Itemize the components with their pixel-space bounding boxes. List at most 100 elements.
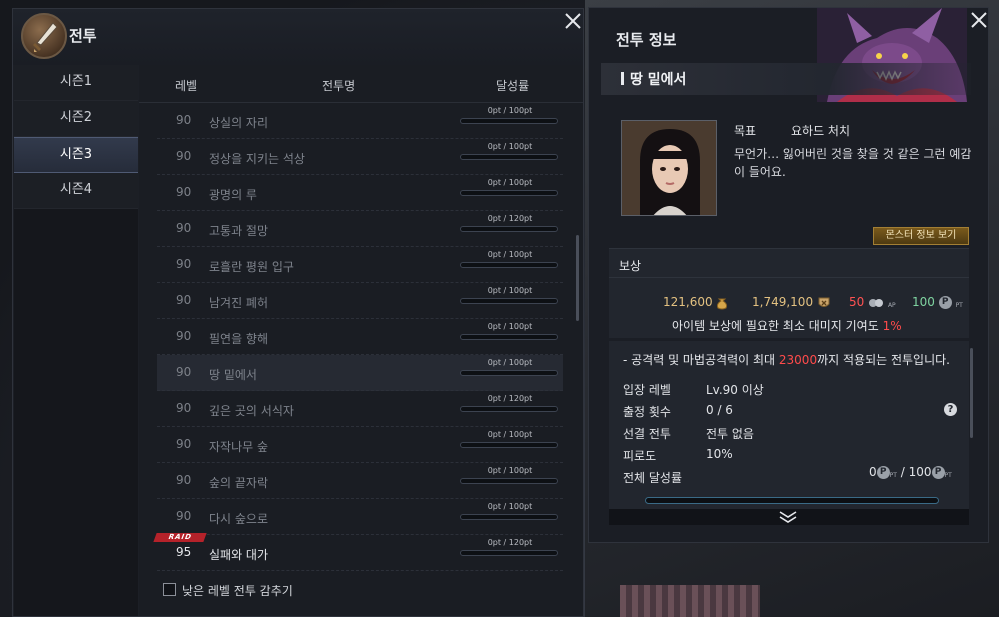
achievement-bar: [460, 298, 558, 304]
battle-name: 광명의 루: [209, 188, 257, 202]
battle-level: 90: [176, 437, 192, 451]
battle-details: - 공격력 및 마법공격력이 최대 23000까지 적용되는 전투입니다. 입장…: [609, 341, 969, 509]
battle-name: 실패와 대가: [209, 548, 269, 562]
pt-unit: PT: [944, 472, 952, 479]
battle-sword-icon: [21, 13, 67, 59]
ap-unit: AP: [887, 302, 896, 309]
battle-level: 90: [176, 149, 192, 163]
battle-points: 0pt / 100pt: [487, 466, 533, 475]
gold-pouch-icon: [717, 298, 728, 309]
battle-level: 90: [176, 401, 192, 415]
battle-points: 0pt / 100pt: [487, 286, 533, 295]
reward-ap: 50 AP: [849, 295, 896, 309]
battle-name: 땅 밑에서: [630, 72, 687, 88]
battle-points: 0pt / 100pt: [487, 430, 533, 439]
exp-shield-icon: [818, 297, 830, 307]
condition-suffix: 까지 적용되는 전투입니다.: [817, 353, 950, 367]
reward-ap-value: 50: [849, 295, 865, 309]
battle-name: 고통과 절망: [209, 224, 269, 238]
close-icon[interactable]: [562, 10, 584, 32]
battle-points: 0pt / 100pt: [487, 106, 533, 115]
details-scrollbar[interactable]: [970, 348, 973, 438]
achievement-bar: [460, 334, 558, 340]
battle-name: 로흘란 평원 입구: [209, 260, 294, 274]
divider: [609, 277, 969, 278]
battle-level: 90: [176, 221, 192, 235]
battle-list-window: 전투 시즌1 시즌2 시즌3 시즌4 레벨 전투명 달성률 90 상실의 자리 0p…: [12, 8, 584, 617]
battle-row[interactable]: 90 땅 밑에서 0pt / 100pt: [157, 355, 563, 391]
expand-button[interactable]: [609, 509, 969, 525]
battle-row[interactable]: 90 정상을 지키는 석상 0pt / 100pt: [157, 139, 563, 175]
column-name: 전투명: [322, 79, 356, 93]
battle-row[interactable]: 90 고통과 절망 0pt / 120pt: [157, 211, 563, 247]
raid-badge: RAID: [153, 533, 207, 542]
window-header: 전투: [13, 9, 583, 65]
achievement-bar: [460, 118, 558, 124]
total-progress-bar: [645, 497, 939, 504]
sortie-count-value: 0 / 6: [706, 403, 733, 417]
entry-level-value: Lv.90 이상: [706, 383, 764, 397]
battle-points: 0pt / 100pt: [487, 322, 533, 331]
prerequisite-value: 전투 없음: [706, 427, 754, 441]
hide-low-level-label: 낮은 레벨 전투 감추기: [182, 584, 293, 598]
battle-points: 0pt / 120pt: [487, 214, 533, 223]
battle-description: 무언가… 잃어버린 것을 찾을 것 같은 그런 예감이 들어요.: [734, 147, 972, 179]
battle-level: 90: [176, 293, 192, 307]
pt-unit: PT: [889, 472, 897, 479]
achievement-bar: [460, 262, 558, 268]
battle-row[interactable]: 90 남겨진 폐허 0pt / 100pt: [157, 283, 563, 319]
tab-season1[interactable]: 시즌1: [14, 65, 138, 101]
tab-season2[interactable]: 시즌2: [14, 101, 138, 137]
hide-low-level-checkbox[interactable]: [163, 583, 176, 596]
slash-separator: /: [900, 465, 909, 479]
battle-points: 0pt / 100pt: [487, 142, 533, 151]
achievement-bar: [460, 478, 558, 484]
reward-pt-value: 100: [912, 295, 935, 309]
battle-name: 상실의 자리: [209, 116, 269, 130]
reward-exp: 1,749,100: [752, 295, 831, 310]
close-icon[interactable]: [968, 9, 990, 31]
total-points: 0 PT / 100 PT: [869, 465, 952, 479]
achievement-bar: [460, 442, 558, 448]
battle-row[interactable]: 90 숲의 끝자락 0pt / 100pt: [157, 463, 563, 499]
battle-row[interactable]: RAID 95 실패와 대가 0pt / 120pt: [153, 533, 563, 571]
total-points-max: 100: [908, 465, 932, 479]
battle-level: 90: [176, 509, 192, 523]
battle-points: 0pt / 120pt: [487, 538, 533, 547]
reward-gold: 121,600: [663, 295, 728, 310]
npc-portrait: [621, 120, 717, 216]
reward-note-text: 아이템 보상에 필요한 최소 대미지 기여도: [672, 319, 879, 333]
battle-level: 90: [176, 473, 192, 487]
battle-name: 숲의 끝자락: [209, 476, 269, 490]
list-scrollbar[interactable]: [576, 235, 579, 321]
battle-row[interactable]: 90 상실의 자리 0pt / 100pt: [157, 103, 563, 139]
achievement-bar: [460, 190, 558, 196]
reward-gold-value: 121,600: [663, 295, 713, 309]
battle-row[interactable]: 90 다시 숲으로 0pt / 100pt: [157, 499, 563, 535]
battle-row[interactable]: 90 깊은 곳의 서식자 0pt / 120pt: [157, 391, 563, 427]
achievement-bar: [460, 370, 558, 376]
tab-season3[interactable]: 시즌3: [14, 137, 138, 173]
banner-mark: [621, 72, 624, 85]
total-points-current: 0: [869, 465, 877, 479]
battle-name: 자작나무 숲: [209, 440, 269, 454]
battle-row[interactable]: 90 자작나무 숲 0pt / 100pt: [157, 427, 563, 463]
goal-value: 요하드 처치: [791, 124, 851, 138]
battle-row[interactable]: 90 로흘란 평원 입구 0pt / 100pt: [157, 247, 563, 283]
ap-icon: [869, 298, 884, 307]
total-achievement-label: 전체 달성률: [623, 471, 683, 485]
monster-info-button[interactable]: 몬스터 정보 보기: [873, 227, 969, 245]
double-chevron-down-icon: [779, 511, 797, 523]
prerequisite-label: 선결 전투: [623, 427, 671, 441]
tab-season4[interactable]: 시즌4: [14, 173, 138, 209]
reward-note-value: 1%: [882, 319, 902, 333]
achievement-bar: [460, 226, 558, 232]
battle-name: 정상을 지키는 석상: [209, 152, 305, 166]
point-icon: [931, 466, 945, 479]
battle-level: 90: [176, 185, 192, 199]
help-icon[interactable]: ?: [944, 403, 957, 416]
battle-row[interactable]: 90 필연을 향해 0pt / 100pt: [157, 319, 563, 355]
battle-row[interactable]: 90 광명의 루 0pt / 100pt: [157, 175, 563, 211]
achievement-bar: [460, 514, 558, 520]
background-character: [620, 585, 760, 617]
